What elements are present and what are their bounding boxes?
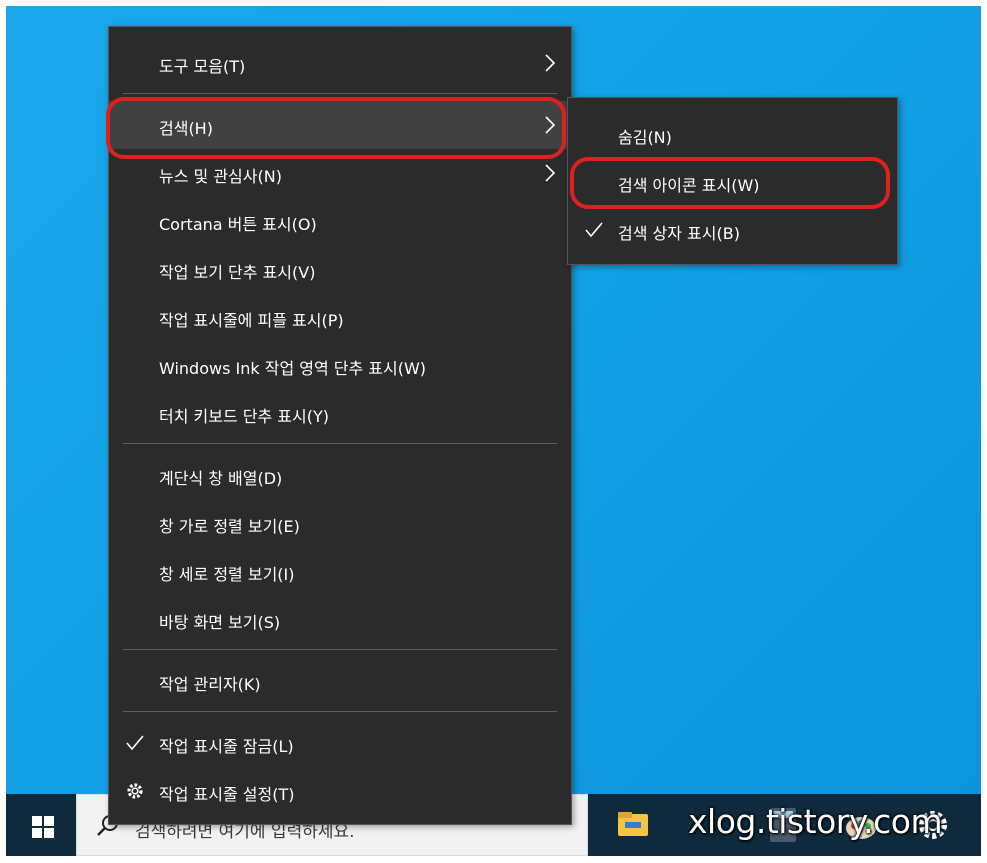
menu-item-cortana-button[interactable]: Cortana 버튼 표시(O)	[109, 197, 571, 245]
menu-item-taskbar-settings[interactable]: 작업 표시줄 설정(T)	[109, 767, 571, 815]
highlight-search-item	[106, 97, 566, 159]
menu-separator	[123, 93, 557, 94]
submenu-item-show-search-box[interactable]: 검색 상자 표시(B)	[568, 206, 897, 254]
file-explorer-icon[interactable]	[612, 804, 654, 846]
checkmark-icon	[585, 222, 603, 238]
chevron-right-icon	[545, 164, 556, 182]
menu-item-side-by-side[interactable]: 창 세로 정렬 보기(I)	[109, 547, 571, 595]
menu-item-label: 창 가로 정렬 보기(E)	[159, 517, 300, 536]
menu-item-label: Windows Ink 작업 영역 단추 표시(W)	[159, 359, 427, 378]
checkmark-icon	[126, 735, 144, 751]
menu-item-label: 바탕 화면 보기(S)	[159, 613, 281, 632]
menu-item-cascade-windows[interactable]: 계단식 창 배열(D)	[109, 451, 571, 499]
watermark-text: xlog.tistory.com	[688, 802, 943, 841]
submenu-item-label: 숨김(N)	[618, 128, 672, 147]
menu-item-task-view-button[interactable]: 작업 보기 단추 표시(V)	[109, 245, 571, 293]
menu-item-show-desktop[interactable]: 바탕 화면 보기(S)	[109, 595, 571, 643]
windows-logo-icon	[32, 816, 54, 838]
highlight-search-icon-option	[570, 157, 890, 209]
menu-item-toolbars[interactable]: 도구 모음(T)	[109, 39, 571, 87]
menu-item-label: 작업 표시줄 설정(T)	[159, 785, 295, 804]
menu-item-label: 계단식 창 배열(D)	[159, 469, 283, 488]
menu-item-people[interactable]: 작업 표시줄에 피플 표시(P)	[109, 293, 571, 341]
menu-item-label: 뉴스 및 관심사(N)	[159, 167, 282, 186]
menu-item-windows-ink[interactable]: Windows Ink 작업 영역 단추 표시(W)	[109, 341, 571, 389]
menu-item-stack-windows[interactable]: 창 가로 정렬 보기(E)	[109, 499, 571, 547]
menu-item-label: 작업 표시줄에 피플 표시(P)	[159, 311, 344, 330]
submenu-item-hidden[interactable]: 숨김(N)	[568, 110, 897, 158]
start-button[interactable]	[18, 802, 64, 848]
menu-item-label: 창 세로 정렬 보기(I)	[159, 565, 295, 584]
gear-icon	[127, 783, 143, 799]
chevron-right-icon	[545, 54, 556, 72]
menu-item-label: 터치 키보드 단추 표시(Y)	[159, 407, 329, 426]
menu-separator	[123, 649, 557, 650]
menu-item-task-manager[interactable]: 작업 관리자(K)	[109, 657, 571, 705]
menu-separator	[123, 711, 557, 712]
menu-item-touch-keyboard[interactable]: 터치 키보드 단추 표시(Y)	[109, 389, 571, 437]
menu-item-label: Cortana 버튼 표시(O)	[159, 215, 317, 234]
submenu-item-label: 검색 상자 표시(B)	[618, 224, 740, 243]
menu-item-label: 작업 관리자(K)	[159, 675, 261, 694]
menu-item-label: 작업 보기 단추 표시(V)	[159, 263, 316, 282]
menu-separator	[123, 443, 557, 444]
menu-item-label: 도구 모음(T)	[159, 57, 246, 76]
menu-item-label: 작업 표시줄 잠금(L)	[159, 737, 294, 756]
menu-item-lock-taskbar[interactable]: 작업 표시줄 잠금(L)	[109, 719, 571, 767]
